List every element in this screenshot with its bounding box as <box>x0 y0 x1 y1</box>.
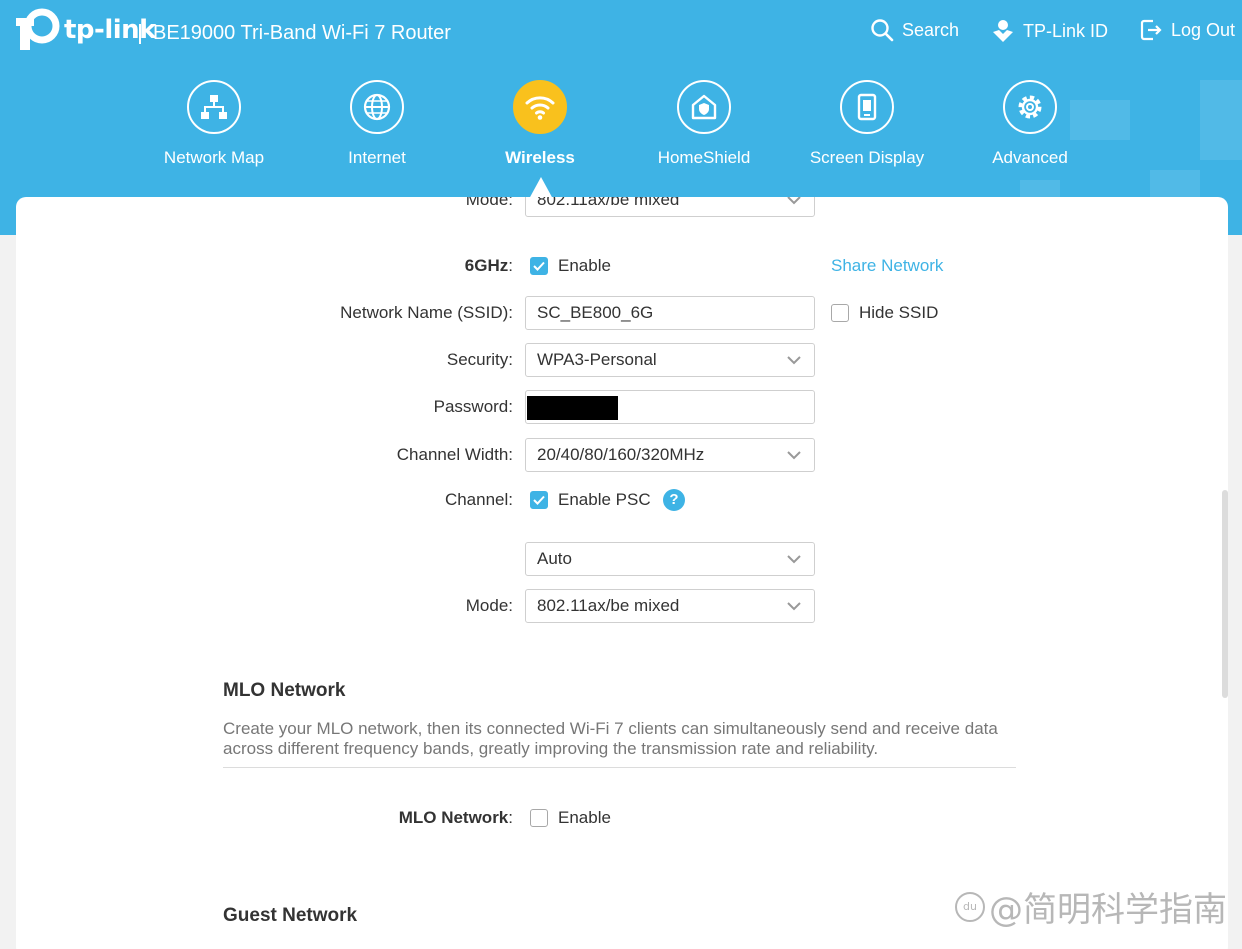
help-icon[interactable]: ? <box>663 489 685 511</box>
checkmark-icon <box>533 495 545 505</box>
nav-icon-circle <box>677 80 731 134</box>
logout-label: Log Out <box>1171 19 1236 40</box>
nav-label: Advanced <box>992 148 1068 167</box>
active-nav-indicator <box>529 177 553 199</box>
product-name: BE19000 Tri-Band Wi-Fi 7 Router <box>153 22 451 44</box>
nav-network-map[interactable]: Network Map <box>144 80 284 168</box>
nav-label: Network Map <box>163 148 265 167</box>
enable-psc-checkbox[interactable] <box>530 491 548 509</box>
tp-link-id-label: TP-Link ID <box>1023 20 1109 41</box>
share-network-link[interactable]: Share Network <box>831 249 943 283</box>
security-row: Security: WPA3-Personal <box>16 343 1228 377</box>
mlo-description: Create your MLO network, then its connec… <box>223 719 998 758</box>
mlo-row: MLO Network: Enable <box>16 801 1228 835</box>
hide-ssid-label: Hide SSID <box>859 303 939 322</box>
partial-mode-select[interactable]: 802.11ax/be mixed <box>525 197 815 217</box>
band-6ghz-enable-label: Enable <box>558 256 611 275</box>
nav-icon-circle <box>513 80 567 134</box>
brand-name: tp-link <box>64 15 156 45</box>
mlo-label: MLO Network: <box>398 808 513 827</box>
ssid-value: SC_BE800_6G <box>537 303 654 322</box>
band-6ghz-row: 6GHz: Enable Share Network <box>16 249 1228 283</box>
tp-link-logo[interactable]: tp-link <box>16 8 156 52</box>
search-icon <box>871 19 894 42</box>
section-divider <box>223 767 1016 768</box>
watermark: du @简明科学指南 <box>955 882 1227 931</box>
channel-width-value: 20/40/80/160/320MHz <box>537 445 705 464</box>
network-map-icon <box>201 95 227 119</box>
nav-internet[interactable]: Internet <box>307 80 447 168</box>
mlo-enable-checkbox[interactable] <box>530 809 548 827</box>
mode-select[interactable]: 802.11ax/be mixed <box>525 589 815 623</box>
logout-icon <box>1140 19 1162 41</box>
logout-link[interactable]: Log Out <box>1139 18 1235 42</box>
channel-select[interactable]: Auto <box>525 542 815 576</box>
channel-width-label: Channel Width: <box>396 445 513 464</box>
screen-display-icon <box>857 93 877 121</box>
nav-screen-display[interactable]: Screen Display <box>797 80 937 168</box>
chevron-down-icon <box>787 356 801 365</box>
wifi-icon <box>525 96 555 120</box>
security-label: Security: <box>446 350 513 369</box>
mode-label: Mode: <box>465 596 513 615</box>
watermark-badge: du <box>955 891 985 922</box>
nav-wireless[interactable]: Wireless <box>470 80 610 168</box>
channel-row: Channel: Enable PSC ? <box>16 483 1228 517</box>
tp-link-logo-icon <box>16 8 60 50</box>
channel-width-select[interactable]: 20/40/80/160/320MHz <box>525 438 815 472</box>
search-label: Search <box>902 19 960 40</box>
channel-select-row: Auto <box>16 542 1228 576</box>
channel-width-row: Channel Width: 20/40/80/160/320MHz <box>16 438 1228 472</box>
password-input[interactable] <box>525 390 815 424</box>
header-decoration <box>1200 80 1242 160</box>
ssid-row: Network Name (SSID): SC_BE800_6G Hide SS… <box>16 296 1228 330</box>
ssid-label: Network Name (SSID): <box>340 303 513 322</box>
gear-icon <box>1018 95 1042 119</box>
nav-label: HomeShield <box>657 148 751 167</box>
scrollbar-thumb[interactable] <box>1222 490 1228 698</box>
nav-label: Wireless <box>505 148 575 167</box>
chevron-down-icon <box>787 197 801 205</box>
mode-value: 802.11ax/be mixed <box>537 596 680 615</box>
nav-label: Screen Display <box>809 148 925 167</box>
wireless-settings-panel: Mode: 802.11ax/be mixed 6GHz: Enable Sha… <box>16 197 1228 949</box>
security-value: WPA3-Personal <box>537 350 657 369</box>
nav-icon-circle <box>1003 80 1057 134</box>
channel-label: Channel: <box>444 490 513 509</box>
chevron-down-icon <box>787 602 801 611</box>
nav-label: Internet <box>348 148 406 167</box>
hide-ssid-checkbox[interactable] <box>831 304 849 322</box>
tp-link-id-link[interactable]: TP-Link ID <box>991 18 1108 44</box>
user-id-icon <box>993 20 1013 42</box>
band-6ghz-enable-checkbox[interactable] <box>530 257 548 275</box>
enable-psc-label: Enable PSC <box>558 490 651 509</box>
search-link[interactable]: Search <box>870 18 959 42</box>
nav-advanced[interactable]: Advanced <box>960 80 1100 168</box>
partial-mode-value: 802.11ax/be mixed <box>537 197 680 209</box>
mlo-section-title: MLO Network <box>223 680 346 701</box>
nav-icon-circle <box>350 80 404 134</box>
guest-section-title: Guest Network <box>223 905 358 926</box>
nav-homeshield[interactable]: HomeShield <box>634 80 774 168</box>
nav-icon-circle <box>840 80 894 134</box>
mode-row: Mode: 802.11ax/be mixed <box>16 589 1228 623</box>
watermark-text: @简明科学指南 <box>989 890 1227 930</box>
password-label: Password: <box>433 397 513 416</box>
checkmark-icon <box>533 261 545 271</box>
redacted-password <box>527 396 618 420</box>
band-6ghz-label: 6GHz: <box>464 256 513 275</box>
partial-mode-label: Mode: <box>465 197 513 209</box>
mlo-enable-label: Enable <box>558 808 611 827</box>
ssid-input[interactable]: SC_BE800_6G <box>525 296 815 330</box>
globe-icon <box>363 93 391 121</box>
channel-value: Auto <box>537 549 572 568</box>
password-row: Password: <box>16 390 1228 424</box>
header-separator <box>139 24 141 44</box>
homeshield-icon <box>691 94 717 120</box>
chevron-down-icon <box>787 451 801 460</box>
nav-icon-circle <box>187 80 241 134</box>
chevron-down-icon <box>787 555 801 564</box>
security-select[interactable]: WPA3-Personal <box>525 343 815 377</box>
partial-mode-row: Mode: 802.11ax/be mixed <box>16 197 1228 217</box>
